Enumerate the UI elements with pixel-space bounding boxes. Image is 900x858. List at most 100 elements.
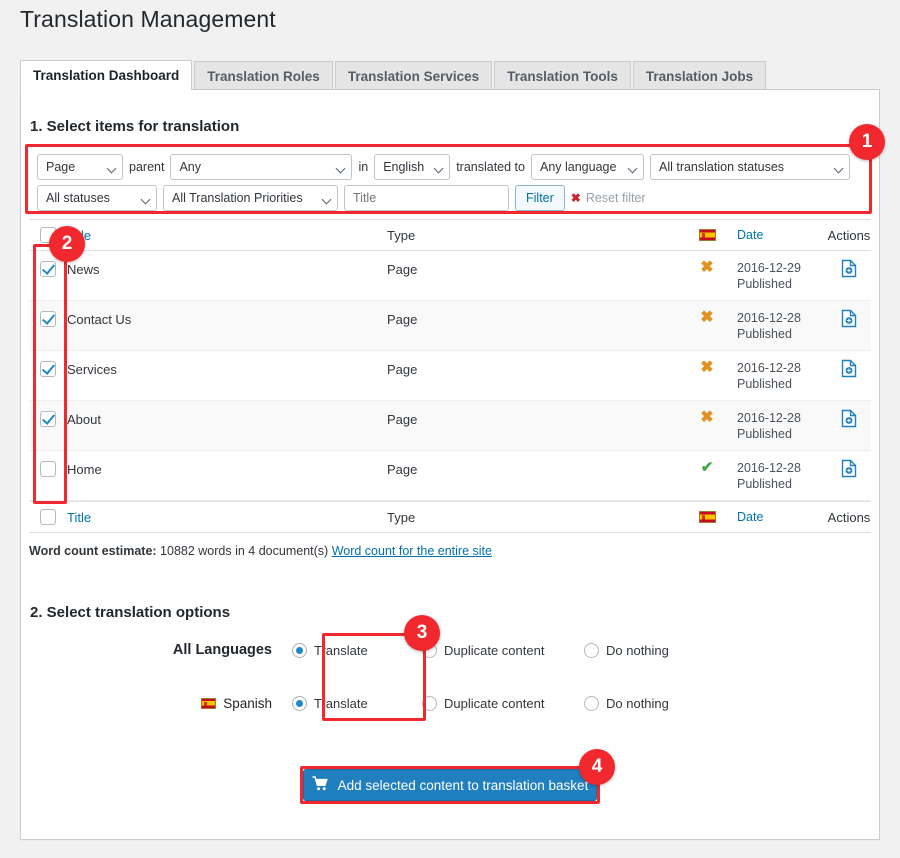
- spanish-flag-icon: [201, 697, 217, 709]
- page-title: Translation Management: [20, 6, 276, 32]
- shopping-cart-icon: [312, 776, 329, 794]
- radio-icon: [584, 642, 599, 658]
- table-row[interactable]: About Page ✖ 2016-12-28 Published: [29, 401, 871, 451]
- annotation-badge-1: 1: [849, 124, 885, 160]
- add-document-icon[interactable]: [841, 259, 858, 281]
- add-document-icon[interactable]: [841, 359, 858, 381]
- reset-filter-link[interactable]: ✖ Reset filter: [571, 191, 646, 205]
- radio-icon: [292, 695, 307, 711]
- tab-translation-services[interactable]: Translation Services: [334, 61, 493, 90]
- row-checkbox[interactable]: [40, 261, 56, 277]
- radio-spanish-duplicate[interactable]: Duplicate content: [422, 695, 584, 711]
- option-language-label-wrap: Spanish: [29, 696, 292, 711]
- filter-bar: Page parent Any in English translated to…: [29, 148, 871, 211]
- radio-all-languages-duplicate[interactable]: Duplicate content: [422, 642, 584, 658]
- section-translation-options-heading: 2. Select translation options: [30, 604, 231, 621]
- table-row[interactable]: Contact Us Page ✖ 2016-12-28 Published: [29, 301, 871, 351]
- tab-translation-jobs[interactable]: Translation Jobs: [632, 61, 767, 90]
- column-header-type-bottom: Type: [387, 509, 416, 525]
- table-row[interactable]: Home Page ✔ 2016-12-28 Published: [29, 451, 871, 501]
- option-language-label: Spanish: [223, 695, 272, 711]
- row-date: 2016-12-28 Published: [737, 451, 827, 492]
- row-type: Page: [387, 262, 418, 277]
- x-close-icon: ✖: [570, 191, 581, 205]
- row-title: Services: [67, 362, 117, 377]
- add-document-icon[interactable]: [841, 459, 858, 481]
- row-checkbox[interactable]: [40, 361, 56, 377]
- column-header-date-top[interactable]: Date: [737, 227, 827, 243]
- add-document-icon[interactable]: [841, 309, 858, 331]
- post-type-select[interactable]: Page: [37, 154, 123, 180]
- radio-label: Translate: [314, 695, 368, 711]
- add-to-translation-basket-button[interactable]: Add selected content to translation bask…: [303, 769, 597, 801]
- section-select-items-heading: 1. Select items for translation: [30, 118, 240, 135]
- row-status-value: Published: [737, 477, 792, 491]
- tab-translation-roles[interactable]: Translation Roles: [194, 61, 333, 90]
- annotation-badge-2: 2: [49, 226, 85, 262]
- radio-icon: [292, 642, 307, 658]
- word-count-site-link[interactable]: Word count for the entire site: [332, 544, 492, 558]
- row-status-value: Published: [737, 277, 792, 291]
- row-date-value: 2016-12-28: [737, 311, 801, 325]
- parent-label: parent: [129, 160, 165, 174]
- tab-translation-dashboard[interactable]: Translation Dashboard: [20, 60, 193, 90]
- word-count-label: Word count estimate:: [29, 544, 157, 558]
- column-header-actions-bottom: Actions: [827, 509, 871, 525]
- title-search-input[interactable]: [344, 185, 509, 211]
- row-date-value: 2016-12-29: [737, 261, 801, 275]
- reset-filter-label: Reset filter: [585, 191, 646, 205]
- row-title: Home: [67, 462, 102, 477]
- column-header-date-bottom[interactable]: Date: [737, 509, 827, 525]
- row-type: Page: [387, 412, 418, 427]
- radio-label: Do nothing: [606, 642, 669, 658]
- not-translated-icon: ✖: [700, 309, 714, 326]
- word-count-value: 10882 words in 4 document(s): [160, 544, 329, 558]
- radio-all-languages-do-nothing[interactable]: Do nothing: [584, 642, 714, 658]
- radio-label: Translate: [314, 642, 368, 658]
- column-header-title-top[interactable]: Title: [67, 228, 387, 243]
- word-count-estimate: Word count estimate: 10882 words in 4 do…: [29, 544, 492, 558]
- add-document-icon[interactable]: [841, 409, 858, 431]
- radio-spanish-translate[interactable]: Translate: [292, 695, 422, 711]
- column-header-actions-top: Actions: [827, 227, 871, 243]
- spanish-flag-icon: [698, 229, 716, 241]
- table-row[interactable]: News Page ✖ 2016-12-29 Published: [29, 251, 871, 301]
- translated-to-label: translated to: [456, 160, 525, 174]
- basket-button-label: Add selected content to translation bask…: [337, 777, 589, 793]
- column-header-title-bottom[interactable]: Title: [67, 510, 387, 525]
- row-checkbox[interactable]: [40, 411, 56, 427]
- not-translated-icon: ✖: [700, 409, 714, 426]
- source-language-select[interactable]: English: [374, 154, 451, 180]
- status-select[interactable]: All statuses: [37, 185, 157, 211]
- row-checkbox[interactable]: [40, 311, 56, 327]
- filter-button[interactable]: Filter: [515, 185, 565, 211]
- option-row-all-languages: All Languages Translate Duplicate conten…: [29, 636, 859, 664]
- parent-select[interactable]: Any: [170, 154, 353, 180]
- row-title: News: [67, 262, 100, 277]
- target-language-select[interactable]: Any language: [530, 154, 644, 180]
- row-title: About: [67, 412, 101, 427]
- row-status-value: Published: [737, 427, 792, 441]
- tab-translation-tools[interactable]: Translation Tools: [494, 61, 631, 90]
- row-type: Page: [387, 362, 418, 377]
- row-checkbox[interactable]: [40, 461, 56, 477]
- radio-all-languages-translate[interactable]: Translate: [292, 642, 422, 658]
- row-status-value: Published: [737, 377, 792, 391]
- translated-icon: ✔: [700, 459, 714, 476]
- translation-priority-select[interactable]: All Translation Priorities: [163, 185, 338, 211]
- table-header-row: Title Type Date Actions: [29, 220, 871, 251]
- translation-status-select[interactable]: All translation statuses: [649, 154, 850, 180]
- select-all-checkbox-bottom[interactable]: [40, 509, 56, 525]
- not-translated-icon: ✖: [700, 359, 714, 376]
- row-date-value: 2016-12-28: [737, 461, 801, 475]
- row-type: Page: [387, 312, 418, 327]
- radio-spanish-do-nothing[interactable]: Do nothing: [584, 695, 714, 711]
- option-row-spanish: Spanish Translate Duplicate content Do n…: [29, 689, 859, 717]
- table-row[interactable]: Services Page ✖ 2016-12-28 Published: [29, 351, 871, 401]
- annotation-badge-4: 4: [579, 749, 615, 785]
- in-label: in: [358, 160, 369, 174]
- row-date: 2016-12-29 Published: [737, 251, 827, 292]
- tab-bar: Translation Dashboard Translation Roles …: [20, 60, 768, 90]
- row-date: 2016-12-28 Published: [737, 351, 827, 392]
- option-language-label: All Languages: [172, 642, 272, 658]
